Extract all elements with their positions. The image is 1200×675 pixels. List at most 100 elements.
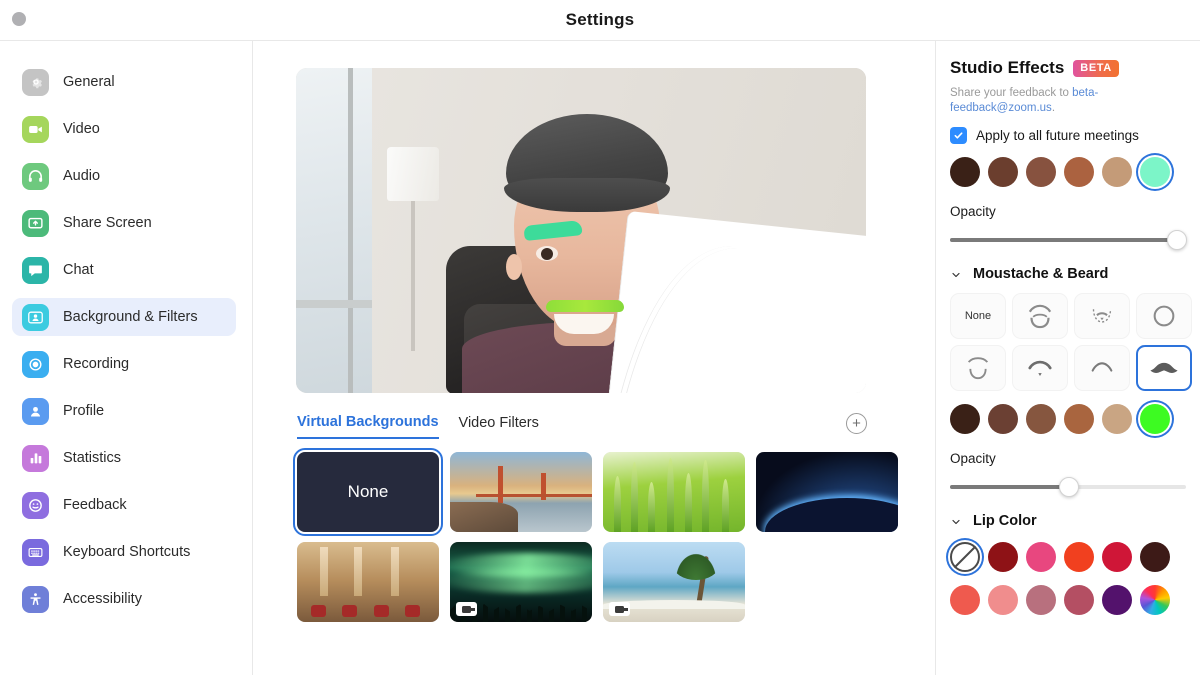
sidebar-item-profile[interactable]: Profile (12, 392, 236, 430)
background-thumb-bridge[interactable] (450, 452, 592, 532)
window-frame (348, 68, 353, 393)
lip-color-swatch[interactable] (1026, 585, 1056, 615)
apply-to-all-label: Apply to all future meetings (976, 128, 1139, 143)
sidebar-item-feedback[interactable]: Feedback (12, 486, 236, 524)
sidebar-item-label: Share Screen (63, 215, 152, 231)
person-pupil (541, 248, 553, 260)
background-thumb-aurora[interactable] (450, 542, 592, 622)
moustache-beard-section-header[interactable]: Moustache & Beard (950, 266, 1186, 282)
lip-color-swatch[interactable] (1064, 542, 1094, 572)
sidebar-item-label: Audio (63, 168, 101, 184)
moustache-color-swatch[interactable] (1026, 404, 1056, 434)
moustache-color-swatch[interactable] (988, 404, 1018, 434)
video-badge-icon (456, 602, 477, 616)
page-title: Settings (565, 10, 635, 29)
apply-to-all-checkbox[interactable] (950, 127, 967, 144)
grass-artwork (603, 452, 745, 532)
sidebar-item-label: Video (63, 121, 100, 137)
person-ear (506, 254, 522, 280)
sidebar: General Video Audio Share Screen Chat Ba… (0, 41, 253, 675)
camera-preview[interactable] (296, 68, 866, 393)
moustache-style-thick-moustache-selected[interactable] (1136, 345, 1192, 391)
eyebrow-color-swatch[interactable] (1102, 157, 1132, 187)
moustache-color-swatch[interactable] (1064, 404, 1094, 434)
lip-color-swatch[interactable] (1140, 542, 1170, 572)
lip-color-section-header[interactable]: Lip Color (950, 513, 1186, 529)
sidebar-item-recording[interactable]: Recording (12, 345, 236, 383)
lip-color-none-selected[interactable] (950, 542, 980, 572)
moustache-style-thin-moustache[interactable] (1074, 345, 1130, 391)
moustache-style-full-beard[interactable] (1012, 293, 1068, 339)
chevron-down-icon (950, 268, 962, 280)
slider-fill (950, 238, 1170, 242)
eyebrow-opacity-label: Opacity (950, 204, 996, 219)
moustache-style-chin-strap[interactable] (950, 345, 1006, 391)
eyebrow-color-swatch[interactable] (1064, 157, 1094, 187)
tab-video-filters[interactable]: Video Filters (459, 415, 539, 438)
moustache-style-circle-beard[interactable] (1136, 293, 1192, 339)
lip-color-swatch[interactable] (1102, 542, 1132, 572)
apply-all-row: Apply to all future meetings (950, 127, 1186, 144)
sidebar-item-label: Profile (63, 403, 105, 419)
moustache-color-swatch[interactable] (950, 404, 980, 434)
feedback-note-prefix: Share your feedback to (950, 87, 1073, 99)
background-thumb-lobby[interactable] (297, 542, 439, 622)
sidebar-item-chat[interactable]: Chat (12, 251, 236, 289)
smiley-icon (22, 491, 49, 519)
background-thumb-none[interactable]: None (293, 448, 443, 536)
add-background-button[interactable]: + (846, 413, 867, 434)
title-bar: Settings (0, 0, 1200, 41)
headphones-icon (22, 162, 49, 190)
moustache-style-handlebar-patch[interactable] (1012, 345, 1068, 391)
eyebrow-color-swatch[interactable] (1026, 157, 1056, 187)
window-sill (296, 300, 372, 308)
sidebar-item-label: Feedback (63, 497, 127, 513)
lip-color-swatch[interactable] (988, 542, 1018, 572)
moustache-style-none-label: None (964, 310, 992, 322)
lip-color-swatch[interactable] (1102, 585, 1132, 615)
lip-color-swatch[interactable] (988, 585, 1018, 615)
background-thumb-space[interactable] (756, 452, 898, 532)
slider-thumb[interactable] (1167, 230, 1188, 250)
lip-color-swatch[interactable] (950, 585, 980, 615)
background-thumb-grass[interactable] (603, 452, 745, 532)
tab-virtual-backgrounds[interactable]: Virtual Backgrounds (297, 414, 439, 439)
sidebar-item-video[interactable]: Video (12, 110, 236, 148)
moustache-color-swatches (950, 404, 1186, 434)
sidebar-item-statistics[interactable]: Statistics (12, 439, 236, 477)
sidebar-item-audio[interactable]: Audio (12, 157, 236, 195)
video-badge-icon (609, 602, 630, 616)
sidebar-item-background-and-filters[interactable]: Background & Filters (12, 298, 236, 336)
background-thumb-label: None (297, 452, 439, 532)
studio-effects-panel: Studio Effects BETA Share your feedback … (935, 41, 1200, 675)
slider-fill (950, 485, 1068, 489)
moustache-style-goatee[interactable] (1074, 293, 1130, 339)
main-content: Virtual Backgrounds Video Filters + None (253, 41, 935, 675)
sidebar-item-keyboard-shortcuts[interactable]: Keyboard Shortcuts (12, 533, 236, 571)
moustache-style-none[interactable]: None (950, 293, 1006, 339)
moustache-color-swatch-selected[interactable] (1140, 404, 1170, 434)
gear-icon (22, 68, 49, 96)
eyebrow-color-swatch[interactable] (988, 157, 1018, 187)
bar-chart-icon (22, 444, 49, 472)
moustache-color-swatch[interactable] (1102, 404, 1132, 434)
sidebar-item-accessibility[interactable]: Accessibility (12, 580, 236, 618)
eyebrow-color-swatch[interactable] (950, 157, 980, 187)
sidebar-item-general[interactable]: General (12, 63, 236, 101)
background-thumb-beach[interactable] (603, 542, 745, 622)
lobby-artwork (297, 542, 439, 622)
sidebar-item-share-screen[interactable]: Share Screen (12, 204, 236, 242)
lip-color-swatch[interactable] (1026, 542, 1056, 572)
window-close-dot[interactable] (12, 12, 26, 26)
lip-color-swatch[interactable] (1064, 585, 1094, 615)
person-frame-icon (22, 303, 49, 331)
eyebrow-opacity-slider[interactable] (950, 230, 1188, 250)
slider-thumb[interactable] (1058, 477, 1079, 497)
lip-color-custom-picker[interactable] (1140, 585, 1170, 615)
lip-color-swatches-row-2 (950, 585, 1186, 615)
moustache-opacity-slider[interactable] (950, 477, 1186, 497)
space-artwork (756, 452, 898, 532)
eyebrow-color-swatch-selected[interactable] (1140, 157, 1170, 187)
accessibility-icon (22, 585, 49, 613)
moustache-style-grid: None (950, 293, 1192, 391)
